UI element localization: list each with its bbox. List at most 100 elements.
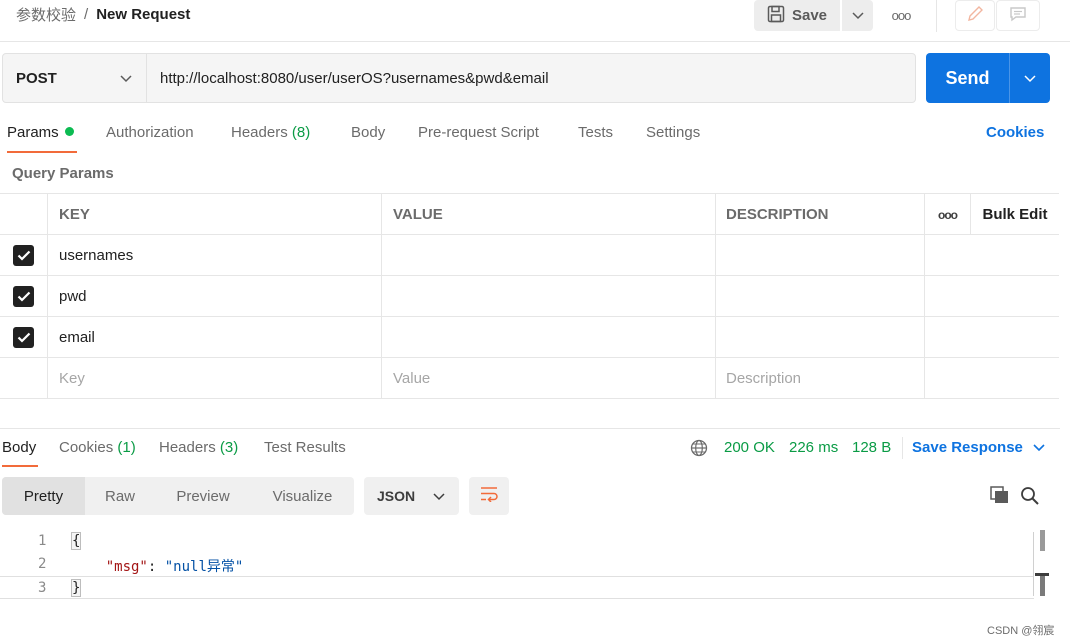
top-bar: 参数校验 / New Request Save ooo	[0, 0, 1070, 42]
chevron-down-icon	[1033, 439, 1045, 456]
more-options-button[interactable]: ooo	[884, 0, 918, 31]
tab-headers[interactable]: Headers (8)	[231, 124, 310, 141]
code-line: 1 {	[0, 530, 1060, 553]
checkmark-icon	[17, 332, 30, 343]
cookies-link[interactable]: Cookies	[986, 124, 1044, 141]
response-tabs: Body Cookies (1) Headers (3) Test Result…	[0, 428, 1060, 468]
chevron-down-icon	[433, 488, 445, 504]
headers-count: (8)	[291, 124, 311, 141]
format-visualize[interactable]: Visualize	[251, 477, 354, 515]
response-tab-test-results[interactable]: Test Results	[264, 439, 346, 456]
json-value: "null异常"	[164, 559, 244, 575]
request-bar: POST http://localhost:8080/user/userOS?u…	[2, 53, 916, 103]
response-size[interactable]: 128 B	[852, 439, 891, 456]
new-value-input[interactable]: Value	[382, 358, 716, 399]
tab-settings[interactable]: Settings	[646, 124, 700, 141]
tab-pre-request-script[interactable]: Pre-request Script	[418, 124, 539, 141]
new-key-input[interactable]: Key	[48, 358, 382, 399]
breadcrumb-separator: /	[84, 6, 89, 23]
open-brace: {	[70, 532, 82, 550]
send-button[interactable]: Send	[926, 53, 1009, 103]
code-text: {	[70, 532, 82, 550]
param-key-cell[interactable]: pwd	[48, 276, 382, 317]
row-checkbox-cell	[0, 235, 48, 276]
param-value-cell[interactable]	[382, 276, 716, 317]
edit-button[interactable]	[955, 0, 995, 31]
method-select[interactable]: POST	[3, 54, 147, 102]
param-key-cell[interactable]: usernames	[48, 235, 382, 276]
format-raw[interactable]: Raw	[85, 477, 155, 515]
more-icon: ooo	[891, 8, 912, 23]
line-number: 3	[38, 580, 47, 596]
bulk-edit-button[interactable]: Bulk Edit	[971, 194, 1059, 235]
save-response-button[interactable]: Save Response	[912, 439, 1045, 456]
comments-button[interactable]	[996, 0, 1040, 31]
params-active-dot	[64, 127, 74, 136]
param-value-cell[interactable]	[382, 235, 716, 276]
chevron-down-icon	[851, 7, 864, 24]
tab-body[interactable]: Body	[351, 124, 385, 141]
param-checkbox[interactable]	[13, 245, 34, 266]
breadcrumb: 参数校验 / New Request	[16, 4, 190, 25]
status-code[interactable]: 200 OK	[724, 439, 775, 456]
param-checkbox[interactable]	[13, 327, 34, 348]
wrap-lines-button[interactable]	[469, 477, 509, 515]
status-divider	[902, 437, 903, 459]
globe-icon[interactable]	[690, 439, 708, 461]
table-row: usernames	[0, 235, 1059, 276]
response-time[interactable]: 226 ms	[789, 439, 838, 456]
response-headers-label: Headers	[159, 439, 216, 456]
tab-params[interactable]: Params	[7, 124, 74, 141]
param-key-cell[interactable]: email	[48, 317, 382, 358]
line-number: 1	[38, 533, 47, 549]
code-line: 2 "msg": "null异常"	[0, 553, 1060, 576]
param-value-cell[interactable]	[382, 317, 716, 358]
response-tab-headers[interactable]: Headers (3)	[159, 439, 238, 456]
row-spacer	[925, 235, 971, 276]
save-label: Save	[791, 7, 828, 24]
request-name[interactable]: New Request	[96, 6, 190, 23]
search-icon[interactable]	[1020, 486, 1040, 510]
response-body-editor[interactable]: 1 { 2 "msg": "null异常" 3 }	[0, 530, 1060, 599]
param-description-cell[interactable]	[716, 235, 925, 276]
send-dropdown-button[interactable]	[1010, 53, 1050, 103]
language-label: JSON	[377, 488, 416, 504]
query-params-title: Query Params	[12, 165, 114, 182]
new-description-input[interactable]: Description	[716, 358, 925, 399]
row-spacer	[925, 276, 971, 317]
column-header-description: DESCRIPTION	[716, 194, 925, 235]
breadcrumb-collection[interactable]: 参数校验	[16, 4, 76, 25]
save-dropdown-button[interactable]	[842, 0, 873, 31]
save-group: Save	[754, 0, 873, 31]
column-options-button[interactable]: ooo	[925, 194, 971, 235]
param-description-cell[interactable]	[716, 317, 925, 358]
format-preview[interactable]: Preview	[155, 477, 251, 515]
response-tab-cookies[interactable]: Cookies (1)	[59, 439, 136, 456]
checkmark-icon	[17, 250, 30, 261]
copy-icon[interactable]	[990, 486, 1010, 508]
tab-tests[interactable]: Tests	[578, 124, 613, 141]
more-icon: ooo	[938, 207, 958, 222]
watermark: CSDN @翎宸	[987, 625, 1055, 637]
save-button[interactable]: Save	[754, 0, 840, 31]
json-key: "msg"	[105, 559, 148, 575]
table-row: pwd	[0, 276, 1059, 317]
scrollbar-marker	[1040, 530, 1045, 551]
param-checkbox[interactable]	[13, 286, 34, 307]
response-format-group: Pretty Raw Preview Visualize	[2, 477, 354, 515]
code-text: }	[70, 579, 82, 597]
checkmark-icon	[17, 291, 30, 302]
url-input[interactable]: http://localhost:8080/user/userOS?userna…	[147, 54, 915, 102]
tab-authorization[interactable]: Authorization	[106, 124, 194, 141]
tab-headers-label: Headers	[231, 124, 288, 141]
param-description-cell[interactable]	[716, 276, 925, 317]
method-label: POST	[16, 69, 57, 87]
request-tabs: Params Authorization Headers (8) Body Pr…	[0, 122, 1060, 156]
response-tab-body[interactable]: Body	[2, 439, 36, 456]
format-pretty[interactable]: Pretty	[2, 477, 85, 515]
language-select[interactable]: JSON	[364, 477, 459, 515]
editor-scrollbar[interactable]	[1033, 532, 1034, 596]
response-headers-count: (3)	[219, 439, 239, 456]
row-checkbox-cell	[0, 317, 48, 358]
